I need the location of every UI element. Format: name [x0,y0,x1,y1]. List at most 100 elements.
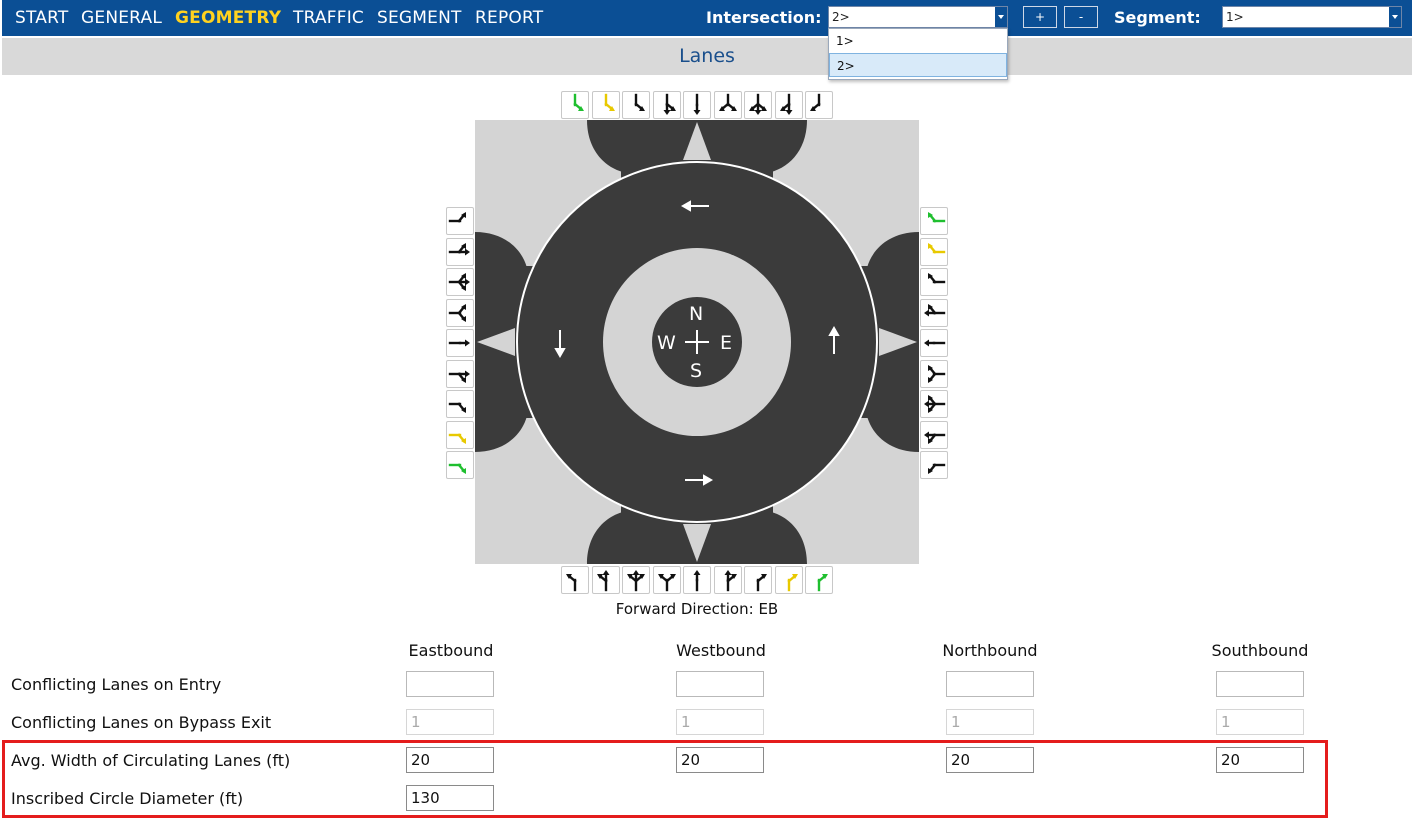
nav-traffic[interactable]: TRAFFIC [293,8,364,28]
segment-label: Segment: [1114,8,1201,27]
compass-south: S [690,360,703,382]
conflicting-bypass-eastbound-field: 1 [406,709,494,735]
lane-button-north-left-through[interactable] [652,91,681,119]
lane-button-south-right-green[interactable] [805,566,833,594]
lane-arrow-icon [627,570,645,592]
lane-arrow-icon [448,242,470,255]
nav-report[interactable]: REPORT [475,8,543,28]
lane-button-west-through-right[interactable] [446,359,474,388]
forward-direction-label: Forward Direction: EB [615,600,779,618]
lane-button-west-left-right[interactable] [446,298,474,327]
lane-button-west-left[interactable] [446,207,474,235]
lane-arrow-icon [448,339,470,347]
lane-arrow-icon [928,463,946,474]
conflicting-entry-westbound-field[interactable] [676,671,764,697]
lane-arrow-icon [749,93,767,115]
lane-arrow-icon [810,93,821,111]
conflicting-entry-southbound-field[interactable] [1216,671,1304,697]
compass-east: E [720,332,733,354]
lane-button-west-through[interactable] [446,329,474,357]
column-header-westbound: Westbound [676,641,766,660]
lane-button-south-through-right[interactable] [713,566,742,594]
lane-arrow-icon [448,402,466,413]
lane-arrow-icon [657,574,676,592]
highlight-box [2,740,1328,818]
add-intersection-button[interactable]: + [1023,6,1057,28]
lane-arrow-icon [634,93,645,111]
intersection-dropdown-list: 1> 2> [828,28,1008,80]
lane-button-west-all[interactable] [446,268,474,296]
lane-arrow-icon [693,93,701,115]
lane-button-south-left-through[interactable] [591,566,620,594]
lane-button-north-through[interactable] [683,91,711,119]
conflicting-bypass-southbound-field: 1 [1216,709,1304,735]
nav-general[interactable]: GENERAL [81,8,162,28]
conflicting-entry-northbound-field[interactable] [946,671,1034,697]
lane-arrow-icon [448,463,466,474]
lane-button-south-all[interactable] [622,566,650,594]
lane-button-north-left[interactable] [622,91,650,119]
lane-button-west-right-yellow[interactable] [446,420,474,449]
segment-select-value: 1> [1226,10,1244,24]
lane-arrow-icon [924,303,946,316]
lane-button-east-left[interactable] [920,451,948,479]
conflicting-bypass-westbound-field: 1 [676,709,764,735]
lane-button-east-left-through[interactable] [920,420,948,449]
lane-arrow-icon [448,273,470,291]
lane-button-south-right-yellow[interactable] [774,566,803,594]
conflicting-entry-eastbound-field[interactable] [406,671,494,697]
lane-arrow-icon [573,93,584,111]
lane-button-east-right-yellow[interactable] [920,237,948,266]
nav-start[interactable]: START [15,8,68,28]
lane-arrow-icon [928,273,946,284]
lane-button-east-through[interactable] [920,329,948,357]
lane-arrow-icon [817,574,828,592]
chevron-down-icon[interactable] [995,7,1007,27]
lane-arrow-icon [448,370,470,383]
lane-button-north-left-right[interactable] [713,91,742,119]
roundabout-diagram [475,120,919,564]
row-label-conflicting-entry: Conflicting Lanes on Entry [11,675,222,694]
lane-arrow-icon [924,395,946,413]
lane-button-west-right[interactable] [446,390,474,418]
lane-arrow-icon [566,574,577,592]
lane-button-south-right[interactable] [744,566,772,594]
lane-button-west-right-green[interactable] [446,451,474,479]
lane-button-west-left-through[interactable] [446,237,474,266]
remove-intersection-button[interactable]: - [1064,6,1098,28]
roundabout-graphic [475,120,919,564]
nav-geometry[interactable]: GEOMETRY [175,8,281,28]
lane-button-north-right[interactable] [805,91,833,119]
chevron-down-icon[interactable] [1389,7,1401,27]
compass-west: W [657,332,676,354]
lane-arrow-icon [603,93,615,111]
lane-button-north-left-yellow[interactable] [591,91,620,119]
lane-button-north-through-right[interactable] [774,91,803,119]
lane-arrow-icon [779,93,792,115]
column-header-eastbound: Eastbound [408,641,494,660]
column-header-northbound: Northbound [942,641,1038,660]
section-title: Lanes [2,38,1412,75]
lane-arrow-icon [596,570,609,592]
lane-button-east-left-right[interactable] [920,359,948,388]
lane-button-east-right-green[interactable] [920,207,948,235]
nav-segment[interactable]: SEGMENT [377,8,462,28]
lane-button-north-left-green[interactable] [561,91,589,119]
intersection-select[interactable]: 2> [828,6,1008,28]
compass-north: N [689,303,704,325]
lane-button-east-through-right[interactable] [920,298,948,327]
lane-button-south-left-right[interactable] [652,566,681,594]
lane-button-south-left[interactable] [561,566,589,594]
segment-select[interactable]: 1> [1222,6,1402,28]
lane-button-south-through[interactable] [683,566,711,594]
lane-button-north-all[interactable] [744,91,772,119]
lane-arrow-icon [924,339,946,347]
lane-button-east-right[interactable] [920,268,948,296]
lane-arrow-icon [693,570,701,592]
lane-arrow-icon [928,212,946,223]
lane-arrow-icon [448,303,466,322]
dropdown-option[interactable]: 1> [829,29,1007,53]
lane-button-east-all[interactable] [920,390,948,418]
dropdown-option-selected[interactable]: 2> [829,53,1007,77]
lane-arrow-icon [663,93,676,115]
